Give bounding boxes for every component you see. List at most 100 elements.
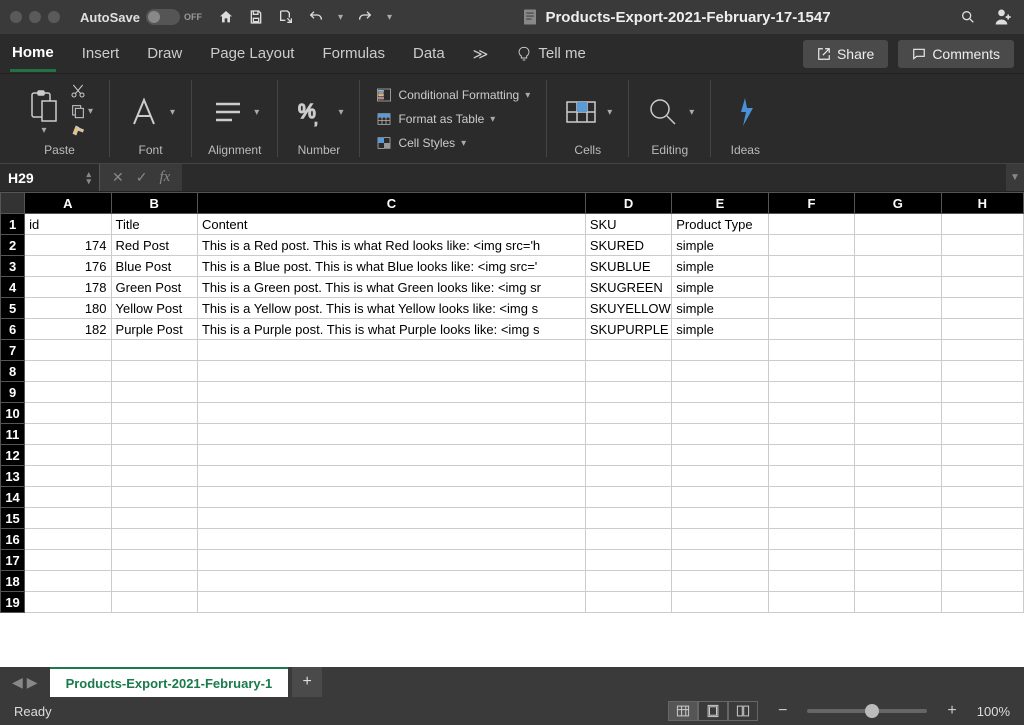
cell[interactable] bbox=[768, 508, 854, 529]
cell[interactable] bbox=[941, 592, 1023, 613]
copy-icon[interactable] bbox=[70, 103, 86, 119]
cell[interactable]: SKUYELLOW bbox=[585, 298, 671, 319]
tab-insert[interactable]: Insert bbox=[80, 37, 122, 70]
window-controls[interactable] bbox=[10, 11, 60, 23]
cell[interactable] bbox=[855, 256, 941, 277]
cell[interactable] bbox=[855, 361, 941, 382]
cell[interactable] bbox=[855, 424, 941, 445]
add-sheet-button[interactable]: + bbox=[292, 667, 322, 697]
cell[interactable] bbox=[111, 571, 197, 592]
cell[interactable] bbox=[941, 361, 1023, 382]
cell[interactable] bbox=[111, 340, 197, 361]
cell[interactable] bbox=[768, 277, 854, 298]
sheet-prev-icon[interactable]: ◀ bbox=[12, 674, 23, 691]
tab-data[interactable]: Data bbox=[411, 37, 447, 70]
cell[interactable] bbox=[672, 382, 768, 403]
column-header-D[interactable]: D bbox=[585, 193, 671, 214]
cell[interactable]: Blue Post bbox=[111, 256, 197, 277]
cell[interactable] bbox=[25, 529, 111, 550]
undo-icon[interactable] bbox=[308, 9, 324, 25]
cell[interactable] bbox=[941, 340, 1023, 361]
undo-dropdown[interactable]: ▾ bbox=[338, 12, 343, 23]
save-icon[interactable] bbox=[248, 9, 264, 25]
cell[interactable]: 182 bbox=[25, 319, 111, 340]
cell[interactable] bbox=[585, 340, 671, 361]
tab-home[interactable]: Home bbox=[10, 36, 56, 72]
cell[interactable]: Purple Post bbox=[111, 319, 197, 340]
cell[interactable] bbox=[672, 529, 768, 550]
cell[interactable] bbox=[855, 214, 941, 235]
cell[interactable] bbox=[25, 361, 111, 382]
cell[interactable] bbox=[672, 508, 768, 529]
search-icon[interactable] bbox=[960, 9, 976, 25]
cell[interactable] bbox=[111, 508, 197, 529]
row-header-16[interactable]: 16 bbox=[1, 529, 25, 550]
row-header-1[interactable]: 1 bbox=[1, 214, 25, 235]
row-header-15[interactable]: 15 bbox=[1, 508, 25, 529]
cell[interactable] bbox=[855, 235, 941, 256]
minimize-dot[interactable] bbox=[29, 11, 41, 23]
cell[interactable] bbox=[768, 529, 854, 550]
cell[interactable] bbox=[855, 487, 941, 508]
cell[interactable]: SKUPURPLE bbox=[585, 319, 671, 340]
cell[interactable] bbox=[855, 466, 941, 487]
cell[interactable] bbox=[25, 508, 111, 529]
cell[interactable]: simple bbox=[672, 277, 768, 298]
cell[interactable] bbox=[197, 340, 585, 361]
cell[interactable] bbox=[672, 361, 768, 382]
cell[interactable]: This is a Green post. This is what Green… bbox=[197, 277, 585, 298]
row-header-6[interactable]: 6 bbox=[1, 319, 25, 340]
cell[interactable] bbox=[941, 445, 1023, 466]
cell[interactable]: simple bbox=[672, 256, 768, 277]
cell[interactable]: simple bbox=[672, 235, 768, 256]
cell[interactable] bbox=[25, 424, 111, 445]
cell[interactable] bbox=[855, 382, 941, 403]
cell[interactable] bbox=[855, 592, 941, 613]
cell[interactable]: 174 bbox=[25, 235, 111, 256]
normal-view-button[interactable] bbox=[668, 701, 698, 721]
tab-page-layout[interactable]: Page Layout bbox=[208, 37, 296, 70]
ribbon-editing[interactable]: ▾ Editing bbox=[629, 80, 711, 157]
cell[interactable] bbox=[25, 466, 111, 487]
cell[interactable] bbox=[768, 403, 854, 424]
zoom-in-button[interactable]: + bbox=[941, 702, 962, 720]
cell[interactable] bbox=[111, 487, 197, 508]
cell[interactable] bbox=[941, 487, 1023, 508]
cell[interactable] bbox=[197, 466, 585, 487]
row-header-19[interactable]: 19 bbox=[1, 592, 25, 613]
cell[interactable] bbox=[25, 445, 111, 466]
spreadsheet-grid[interactable]: ABCDEFGH1idTitleContentSKUProduct Type21… bbox=[0, 192, 1024, 667]
cell[interactable] bbox=[585, 361, 671, 382]
cell[interactable] bbox=[585, 529, 671, 550]
cell[interactable]: SKURED bbox=[585, 235, 671, 256]
cell[interactable] bbox=[672, 445, 768, 466]
accept-formula-icon[interactable]: ✓ bbox=[136, 169, 148, 186]
paste-icon[interactable] bbox=[26, 89, 62, 125]
cell[interactable] bbox=[855, 340, 941, 361]
page-break-view-button[interactable] bbox=[728, 701, 758, 721]
cell[interactable] bbox=[197, 508, 585, 529]
cell[interactable] bbox=[197, 529, 585, 550]
cell[interactable] bbox=[672, 466, 768, 487]
cell[interactable] bbox=[585, 445, 671, 466]
cell[interactable]: SKUGREEN bbox=[585, 277, 671, 298]
cell[interactable] bbox=[111, 403, 197, 424]
cell[interactable] bbox=[197, 571, 585, 592]
cell-styles-button[interactable]: Cell Styles▾ bbox=[376, 135, 466, 151]
cell[interactable] bbox=[585, 592, 671, 613]
cell[interactable] bbox=[941, 214, 1023, 235]
cell[interactable] bbox=[111, 424, 197, 445]
cell[interactable] bbox=[585, 487, 671, 508]
cell[interactable] bbox=[941, 403, 1023, 424]
cell[interactable]: Product Type bbox=[672, 214, 768, 235]
cell[interactable] bbox=[111, 382, 197, 403]
cell[interactable] bbox=[941, 550, 1023, 571]
zoom-level[interactable]: 100% bbox=[977, 704, 1010, 719]
cell[interactable]: This is a Red post. This is what Red loo… bbox=[197, 235, 585, 256]
cell[interactable] bbox=[855, 298, 941, 319]
cell[interactable] bbox=[941, 382, 1023, 403]
conditional-formatting-button[interactable]: Conditional Formatting▾ bbox=[376, 87, 530, 103]
cell[interactable] bbox=[768, 319, 854, 340]
cell[interactable] bbox=[672, 403, 768, 424]
ribbon-font[interactable]: ▾ Font bbox=[110, 80, 192, 157]
